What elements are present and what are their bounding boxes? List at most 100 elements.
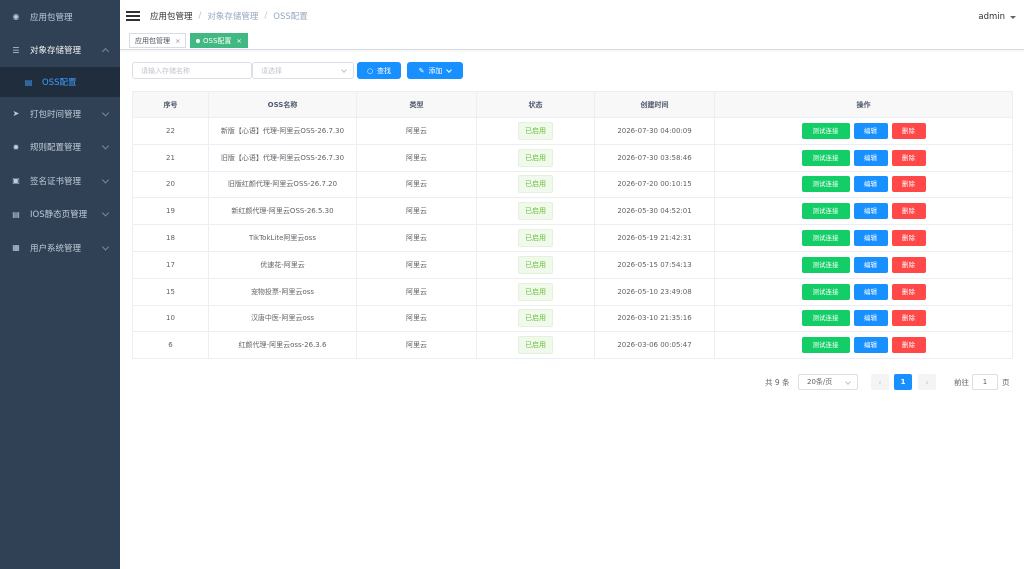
delete-button[interactable]: 删除 — [891, 122, 926, 139]
sidebar-item-6[interactable]: ▦ 用户系统管理 — [0, 231, 120, 265]
cell-index: 17 — [132, 250, 209, 279]
page-number-current[interactable]: 1 — [894, 374, 912, 390]
delete-button[interactable]: 删除 — [891, 176, 926, 193]
cell-oss-name: TikTokLite阿里云oss — [208, 224, 357, 252]
send-icon: ➤ — [12, 109, 20, 119]
sidebar-item-3[interactable]: ✹ 规则配置管理 — [0, 131, 120, 165]
delete-button[interactable]: 删除 — [891, 310, 926, 327]
breadcrumb-separator: / — [264, 11, 268, 21]
chevron-down-icon — [446, 66, 453, 73]
goto-label: 前往 — [954, 374, 969, 390]
goto-page-input[interactable]: 1 — [972, 374, 998, 390]
tag-app-package[interactable]: 应用包管理 × — [129, 33, 187, 48]
status-badge: 已启用 — [518, 148, 553, 167]
search-icon: ○ — [366, 66, 374, 75]
add-button-label: 添加 — [428, 66, 443, 75]
chevron-down-icon — [101, 109, 110, 117]
navbar: 应用包管理 / 对象存储管理 / OSS配置 admin — [120, 0, 1024, 32]
test-connection-button[interactable]: 测试连接 — [801, 230, 850, 247]
column-header-type: 类型 — [356, 91, 477, 118]
edit-button[interactable]: 编辑 — [853, 149, 888, 166]
close-icon[interactable]: × — [175, 37, 180, 45]
tag-oss-config[interactable]: OSS配置 × — [190, 33, 248, 48]
page-size-value: 20条/页 — [807, 378, 833, 386]
search-button[interactable]: ○ 查找 — [357, 62, 401, 79]
caret-down-icon[interactable] — [1010, 15, 1016, 19]
cell-type: 阿里云 — [356, 304, 477, 333]
test-connection-button[interactable]: 测试连接 — [801, 149, 850, 166]
hamburger-icon[interactable] — [126, 11, 140, 21]
edit-button[interactable]: 编辑 — [853, 283, 888, 300]
next-page-button[interactable]: › — [918, 374, 936, 390]
status-badge: 已启用 — [518, 309, 553, 328]
breadcrumb: 应用包管理 / 对象存储管理 / OSS配置 — [150, 10, 308, 22]
cell-oss-name: 优速花-阿里云 — [208, 250, 357, 279]
edit-button[interactable]: 编辑 — [853, 256, 888, 273]
status-badge: 已启用 — [518, 255, 553, 274]
username[interactable]: admin — [978, 12, 1005, 22]
test-connection-button[interactable]: 测试连接 — [801, 310, 850, 327]
test-connection-button[interactable]: 测试连接 — [801, 283, 850, 300]
user-menu[interactable]: admin — [978, 12, 1016, 22]
active-dot-icon — [196, 38, 200, 43]
test-connection-button[interactable]: 测试连接 — [801, 122, 850, 139]
list-icon: ☰ — [12, 45, 20, 55]
edit-button[interactable]: 编辑 — [853, 176, 888, 193]
table-row: 6 红颜代理-阿里云oss-26.3.6 阿里云 已启用 2026-03-06 00:0… — [132, 331, 1013, 360]
sidebar-item-label: IOS静态页管理 — [30, 210, 88, 221]
status-badge: 已启用 — [518, 336, 553, 355]
delete-button[interactable]: 删除 — [891, 203, 926, 220]
close-icon[interactable]: × — [236, 37, 241, 45]
edit-button[interactable]: 编辑 — [853, 230, 888, 247]
chevron-up-icon — [101, 48, 110, 56]
file-icon: ▤ — [24, 77, 33, 87]
table-row: 21 旧版【心语】代理-阿里云OSS-26.7.30 阿里云 已启用 2026-07-3… — [132, 143, 1013, 172]
cell-status: 已启用 — [476, 143, 595, 172]
sidebar-item-2[interactable]: ➤ 打包时间管理 — [0, 97, 120, 131]
sidebar-item-4[interactable]: ▣ 签名证书管理 — [0, 164, 120, 198]
sidebar-item-0[interactable]: ◉ 应用包管理 — [0, 0, 120, 34]
delete-button[interactable]: 删除 — [891, 283, 926, 300]
edit-button[interactable]: 编辑 — [853, 337, 888, 354]
total-count: 共 9 条 — [765, 377, 790, 387]
delete-button[interactable]: 删除 — [891, 230, 926, 247]
prev-page-button[interactable]: ‹ — [871, 374, 889, 390]
cell-created-time: 2026-07-30 03:58:46 — [594, 143, 715, 172]
edit-button[interactable]: 编辑 — [853, 122, 888, 139]
page-size-select[interactable]: 20条/页 — [798, 374, 858, 390]
cell-status: 已启用 — [476, 304, 595, 333]
sidebar-subitem-label: OSS配置 — [42, 78, 77, 88]
cell-type: 阿里云 — [356, 170, 477, 199]
edit-button[interactable]: 编辑 — [853, 203, 888, 220]
cell-oss-name: 新红颜代理-阿里云OSS-26.5.30 — [208, 197, 357, 226]
test-connection-button[interactable]: 测试连接 — [801, 203, 850, 220]
table-row: 20 旧版红颜代理-阿里云OSS-26.7.20 阿里云 已启用 2026-07-20 … — [132, 170, 1013, 199]
add-button[interactable]: ✎ 添加 — [407, 62, 463, 79]
tag-label: OSS配置 — [203, 36, 232, 45]
delete-button[interactable]: 删除 — [891, 256, 926, 273]
cell-oss-name: 新版【心语】代理-阿里云OSS-26.7.30 — [208, 117, 357, 145]
cell-index: 6 — [132, 331, 209, 360]
column-header-actions: 操作 — [714, 91, 1013, 118]
cell-actions: 测试连接 编辑 删除 — [714, 170, 1013, 199]
storage-name-input[interactable]: 请输入存储名称 — [132, 62, 252, 79]
cell-status: 已启用 — [476, 197, 595, 226]
test-connection-button[interactable]: 测试连接 — [801, 176, 850, 193]
type-select[interactable]: 请选择 — [252, 62, 354, 79]
test-connection-button[interactable]: 测试连接 — [801, 256, 850, 273]
cell-index: 10 — [132, 304, 209, 333]
sidebar-subitem-oss-config[interactable]: ▤ OSS配置 — [0, 67, 120, 97]
sidebar-item-1[interactable]: ☰ 对象存储管理 — [0, 34, 120, 68]
edit-button[interactable]: 编辑 — [853, 310, 888, 327]
sidebar: ◉ 应用包管理 ☰ 对象存储管理 ▤ OSS配置 ➤ 打包时间管理 ✹ 规则配置管理 ▣ 签名证书管理… — [0, 0, 120, 569]
cell-type: 阿里云 — [356, 277, 477, 306]
cell-type: 阿里云 — [356, 224, 477, 252]
delete-button[interactable]: 删除 — [891, 337, 926, 354]
oss-config-table: 序号 OSS名称 类型 状态 创建时间 操作 22 新版【心语】代理-阿里云OSS… — [132, 91, 1013, 360]
test-connection-button[interactable]: 测试连接 — [801, 337, 850, 354]
delete-button[interactable]: 删除 — [891, 149, 926, 166]
cell-index: 18 — [132, 224, 209, 252]
sidebar-item-5[interactable]: ▤ IOS静态页管理 — [0, 198, 120, 232]
breadcrumb-item[interactable]: 应用包管理 — [150, 10, 193, 22]
cell-actions: 测试连接 编辑 删除 — [714, 224, 1013, 252]
